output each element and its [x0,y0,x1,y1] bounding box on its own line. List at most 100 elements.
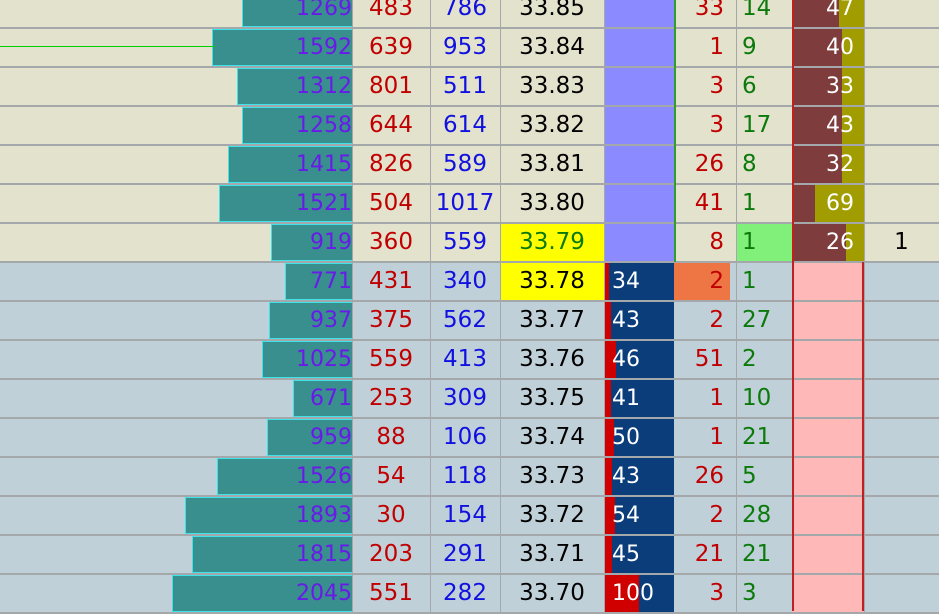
bid-volume-cell[interactable]: 203 [352,536,430,573]
ladder-row[interactable]: 1025 559 413 33.76 46 51 2 [0,341,939,380]
sold-count-cell[interactable]: 2 [674,302,730,339]
bought-count-cell[interactable]: 21 [736,536,792,573]
ladder-row[interactable]: 937 375 562 33.77 43 2 27 [0,302,939,341]
price-cell[interactable]: 33.80 [500,185,604,222]
ladder-row[interactable]: 1415 826 589 33.81 26 8 32 [0,146,939,185]
ask-volume-cell[interactable]: 589 [430,146,500,183]
ladder-row[interactable]: 1312 801 511 33.83 3 6 33 [0,68,939,107]
bid-volume-cell[interactable]: 360 [352,224,430,261]
bought-count-cell[interactable]: 9 [736,29,792,66]
price-cell[interactable]: 33.81 [500,146,604,183]
ask-volume-cell[interactable]: 413 [430,341,500,378]
ask-volume-cell[interactable]: 786 [430,0,500,27]
ladder-row[interactable]: 1521 504 1017 33.80 41 1 69 [0,185,939,224]
position-cell[interactable]: 1 [864,224,939,261]
bid-volume-cell[interactable]: 54 [352,458,430,495]
price-cell[interactable]: 33.84 [500,29,604,66]
sold-count-cell[interactable]: 3 [674,107,730,144]
position-cell[interactable] [864,146,939,183]
bought-count-cell[interactable]: 21 [736,419,792,456]
bid-volume-cell[interactable]: 639 [352,29,430,66]
ladder-row[interactable]: 771 431 340 33.78 34 2 1 [0,263,939,302]
price-cell[interactable]: 33.71 [500,536,604,573]
bid-volume-cell[interactable]: 826 [352,146,430,183]
position-cell[interactable] [864,458,939,495]
price-cell[interactable]: 33.79 [500,224,604,261]
ladder-row[interactable]: 1592 639 953 33.84 1 9 40 [0,29,939,68]
sold-count-cell[interactable]: 1 [674,29,730,66]
sold-count-cell[interactable]: 2 [674,497,730,534]
sold-count-cell[interactable]: 3 [674,575,730,612]
price-cell[interactable]: 33.73 [500,458,604,495]
bought-count-cell[interactable]: 1 [736,185,792,222]
bought-count-cell[interactable]: 10 [736,380,792,417]
sold-count-cell[interactable]: 21 [674,536,730,573]
ask-volume-cell[interactable]: 511 [430,68,500,105]
price-cell[interactable]: 33.76 [500,341,604,378]
sold-count-cell[interactable]: 33 [674,0,730,27]
bought-count-cell[interactable]: 28 [736,497,792,534]
bid-volume-cell[interactable]: 375 [352,302,430,339]
ask-volume-cell[interactable]: 106 [430,419,500,456]
bought-count-cell[interactable]: 1 [736,224,792,261]
sold-count-cell[interactable]: 3 [674,68,730,105]
sold-count-cell[interactable]: 26 [674,458,730,495]
position-cell[interactable] [864,497,939,534]
ask-volume-cell[interactable]: 559 [430,224,500,261]
bought-count-cell[interactable]: 2 [736,341,792,378]
bought-count-cell[interactable]: 14 [736,0,792,27]
bid-volume-cell[interactable]: 551 [352,575,430,612]
bid-volume-cell[interactable]: 253 [352,380,430,417]
position-cell[interactable] [864,419,939,456]
price-cell[interactable]: 33.70 [500,575,604,612]
position-cell[interactable] [864,107,939,144]
ladder-row[interactable]: 919 360 559 33.79 8 1 26 1 [0,224,939,263]
bid-volume-cell[interactable]: 644 [352,107,430,144]
ladder-row[interactable]: 1258 644 614 33.82 3 17 43 [0,107,939,146]
bid-volume-cell[interactable]: 504 [352,185,430,222]
ladder-row[interactable]: 671 253 309 33.75 41 1 10 [0,380,939,419]
ask-volume-cell[interactable]: 614 [430,107,500,144]
price-cell[interactable]: 33.83 [500,68,604,105]
position-cell[interactable] [864,68,939,105]
bought-count-cell[interactable]: 8 [736,146,792,183]
price-cell[interactable]: 33.78 [500,263,604,300]
position-cell[interactable] [864,575,939,612]
position-cell[interactable] [864,380,939,417]
position-cell[interactable] [864,536,939,573]
price-cell[interactable]: 33.72 [500,497,604,534]
sold-count-cell[interactable]: 51 [674,341,730,378]
sold-count-cell[interactable]: 1 [674,380,730,417]
bought-count-cell[interactable]: 27 [736,302,792,339]
price-cell[interactable]: 33.75 [500,380,604,417]
bid-volume-cell[interactable]: 88 [352,419,430,456]
sold-count-cell[interactable]: 1 [674,419,730,456]
ask-volume-cell[interactable]: 340 [430,263,500,300]
sold-count-cell[interactable]: 26 [674,146,730,183]
ask-volume-cell[interactable]: 118 [430,458,500,495]
bought-count-cell[interactable]: 3 [736,575,792,612]
position-cell[interactable] [864,185,939,222]
sold-count-cell[interactable]: 8 [674,224,730,261]
position-cell[interactable] [864,263,939,300]
bid-volume-cell[interactable]: 483 [352,0,430,27]
position-cell[interactable] [864,29,939,66]
ladder-row[interactable]: 1526 54 118 33.73 43 26 5 [0,458,939,497]
price-cell[interactable]: 33.74 [500,419,604,456]
ask-volume-cell[interactable]: 154 [430,497,500,534]
bought-count-cell[interactable]: 17 [736,107,792,144]
sold-count-cell[interactable]: 2 [674,263,730,300]
bought-count-cell[interactable]: 5 [736,458,792,495]
ask-volume-cell[interactable]: 291 [430,536,500,573]
ask-volume-cell[interactable]: 282 [430,575,500,612]
bought-count-cell[interactable]: 6 [736,68,792,105]
bid-volume-cell[interactable]: 559 [352,341,430,378]
ask-volume-cell[interactable]: 953 [430,29,500,66]
ladder-row[interactable]: 1815 203 291 33.71 45 21 21 [0,536,939,575]
bid-volume-cell[interactable]: 30 [352,497,430,534]
bid-volume-cell[interactable]: 431 [352,263,430,300]
ask-volume-cell[interactable]: 1017 [430,185,500,222]
bid-volume-cell[interactable]: 801 [352,68,430,105]
ladder-row[interactable]: 1893 30 154 33.72 54 2 28 [0,497,939,536]
position-cell[interactable] [864,302,939,339]
